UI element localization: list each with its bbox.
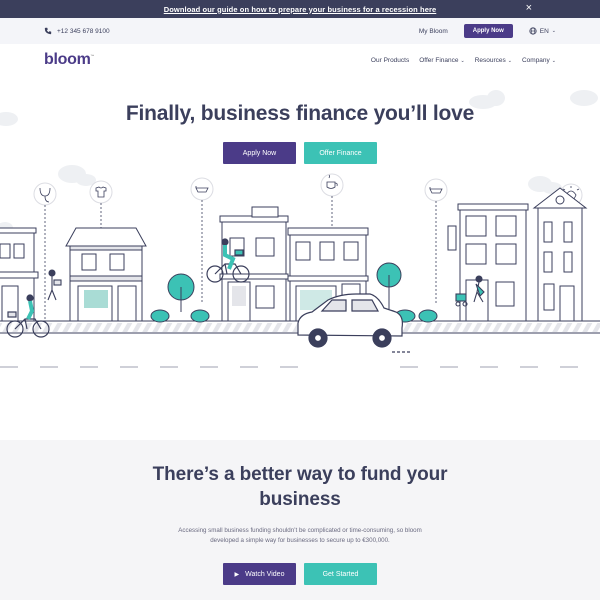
chevron-down-icon: ⌄: [507, 57, 512, 64]
section-text-line-1: Accessing small business funding shouldn…: [178, 527, 422, 534]
offer-finance-button[interactable]: Offer Finance: [304, 142, 377, 164]
fund-section: There’s a better way to fund your busines…: [0, 440, 600, 600]
hero-buttons: Apply Now Offer Finance: [0, 142, 600, 164]
announcement-banner: Download our guide on how to prepare you…: [0, 0, 600, 18]
nav-menu: Our Products Offer Finance ⌄ Resources ⌄ C…: [371, 57, 556, 64]
hero-section: Finally, business finance you’ll love Ap…: [0, 76, 600, 440]
top-bar: +12 345 678 9100 My Bloom Apply Now EN ⌄: [0, 18, 600, 44]
main-nav: bloom™ Our Products Offer Finance ⌄ Resou…: [0, 44, 600, 76]
nav-item-company[interactable]: Company ⌄: [522, 57, 556, 64]
nav-item-our-products[interactable]: Our Products: [371, 57, 409, 64]
my-bloom-link[interactable]: My Bloom: [419, 28, 448, 35]
section-title-line-2: business: [259, 489, 341, 510]
section-text-line-2: developed a simple way for businesses to…: [210, 537, 390, 544]
watch-video-button[interactable]: ▶ Watch Video: [223, 563, 296, 585]
logo[interactable]: bloom™: [44, 51, 94, 69]
apply-now-small-button[interactable]: Apply Now: [463, 24, 513, 38]
close-icon[interactable]: ×: [526, 2, 532, 14]
guide-link[interactable]: Download our guide on how to prepare you…: [164, 5, 437, 14]
nav-item-label: Offer Finance: [419, 56, 459, 64]
chevron-down-icon: ⌄: [551, 28, 556, 34]
nav-item-resources[interactable]: Resources ⌄: [475, 57, 512, 64]
phone-number: +12 345 678 9100: [57, 27, 110, 35]
street-illustration: [0, 90, 600, 368]
language-label: EN: [539, 27, 549, 35]
watch-video-label: Watch Video: [245, 570, 285, 578]
chevron-down-icon: ⌄: [460, 57, 465, 64]
nav-item-label: Our Products: [370, 56, 410, 64]
globe-icon: [529, 27, 537, 35]
play-icon: ▶: [234, 571, 240, 578]
section-title-line-1: There’s a better way to fund your: [152, 464, 448, 485]
nav-item-label: Resources: [474, 56, 506, 64]
section-buttons: ▶ Watch Video Get Started: [0, 563, 600, 585]
logo-text: bloom: [44, 51, 91, 68]
nav-item-offer-finance[interactable]: Offer Finance ⌄: [419, 57, 464, 64]
section-description: Accessing small business funding shouldn…: [150, 526, 450, 546]
phone-icon: [44, 27, 52, 35]
language-selector[interactable]: EN ⌄: [529, 27, 556, 35]
nav-item-label: Company: [521, 56, 550, 64]
hero-title: Finally, business finance you’ll love: [125, 102, 475, 125]
apply-now-button[interactable]: Apply Now: [223, 142, 296, 164]
trademark-mark: ™: [90, 53, 95, 59]
get-started-button[interactable]: Get Started: [304, 563, 377, 585]
section-title: There’s a better way to fund your busines…: [0, 462, 600, 512]
chevron-down-icon: ⌄: [551, 57, 556, 64]
phone-contact[interactable]: +12 345 678 9100: [44, 27, 110, 35]
